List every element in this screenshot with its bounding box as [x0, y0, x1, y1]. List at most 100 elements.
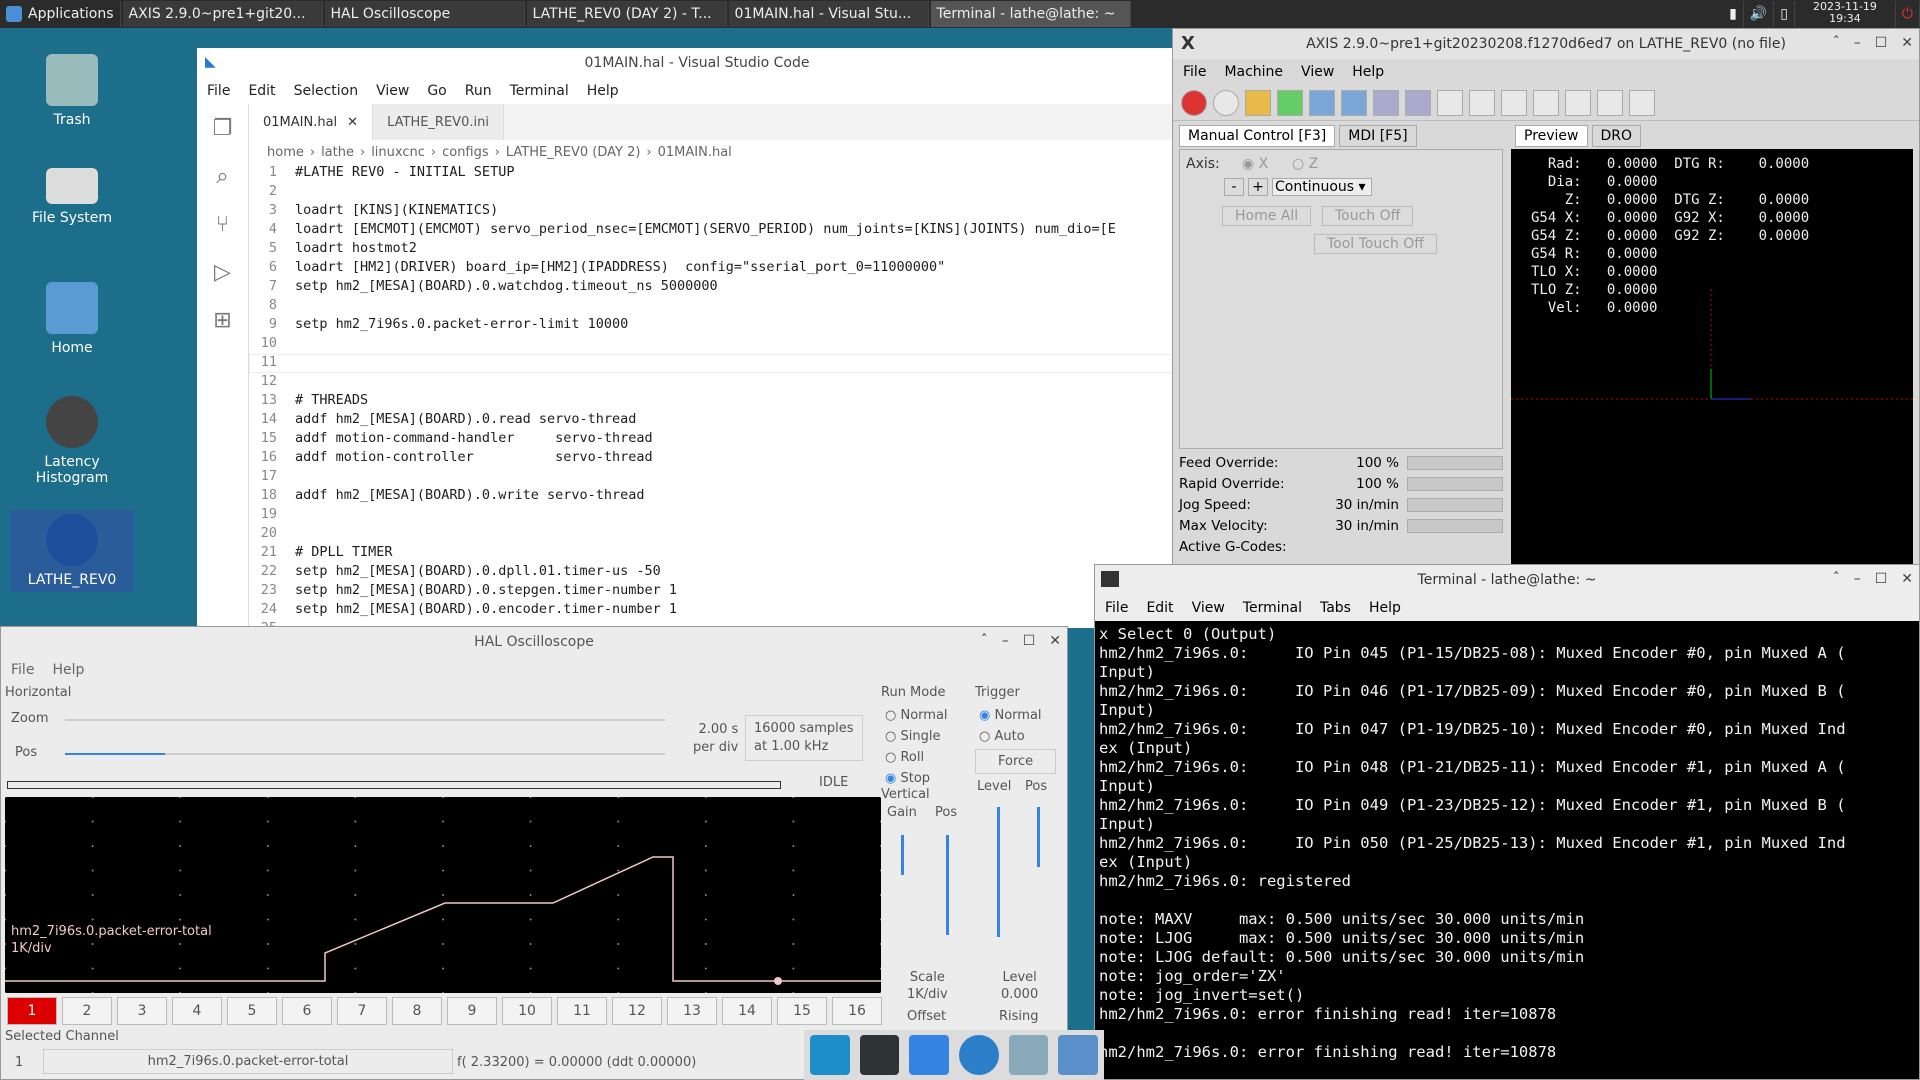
volume-icon[interactable]: 🔊	[1744, 1, 1775, 27]
menu-help[interactable]: Help	[587, 83, 619, 99]
channel-button[interactable]: 11	[557, 997, 607, 1025]
task-vscode[interactable]: 01MAIN.hal - Visual Stu...	[728, 1, 929, 27]
network-icon[interactable]: ▮	[1723, 1, 1744, 27]
crumb-lathe[interactable]: lathe	[321, 145, 354, 160]
tab-mdi[interactable]: MDI [F5]	[1339, 125, 1417, 147]
crumb-linuxcnc[interactable]: linuxcnc	[371, 145, 425, 160]
code-line[interactable]: 21 # DPLL TIMER	[249, 544, 1197, 563]
channel-button[interactable]: 6	[282, 997, 332, 1025]
menu-selection[interactable]: Selection	[294, 83, 359, 99]
estop-icon[interactable]	[1181, 89, 1207, 116]
channel-button[interactable]: 7	[337, 997, 387, 1025]
code-line[interactable]: 2	[249, 183, 1197, 202]
code-line[interactable]: 10	[249, 335, 1197, 354]
tab-dro[interactable]: DRO	[1591, 125, 1642, 147]
scope-menu-file[interactable]: File	[11, 662, 34, 678]
desktop-filesystem[interactable]: File System	[10, 168, 134, 226]
clock[interactable]: 2023-11-19 19:34	[1795, 1, 1896, 27]
view-y-icon[interactable]	[1565, 89, 1591, 116]
code-line[interactable]: 14 addf hm2_[MESA](BOARD).0.read servo-th…	[249, 411, 1197, 430]
scope-display[interactable]: hm2_7i96s.0.packet-error-total 1K/div	[4, 796, 882, 994]
code-line[interactable]: 16 addf motion-controller servo-thread	[249, 449, 1197, 468]
axis-menu-file[interactable]: File	[1183, 64, 1206, 80]
tab-manual-control[interactable]: Manual Control [F3]	[1179, 125, 1336, 147]
channel-button[interactable]: 16	[832, 997, 882, 1025]
terminal-launcher-icon[interactable]	[859, 1035, 900, 1075]
code-line[interactable]: 19	[249, 506, 1197, 525]
code-line[interactable]: 7 setp hm2_[MESA](BOARD).0.watchdog.timeo…	[249, 278, 1197, 297]
code-line[interactable]: 3 loadrt [KINS](KINEMATICS)	[249, 202, 1197, 221]
mode-single-radio[interactable]: ○ Single	[885, 726, 948, 747]
term-menu-edit[interactable]: Edit	[1146, 600, 1173, 616]
stop-icon[interactable]	[1405, 89, 1431, 116]
trig-pos-slider[interactable]	[1037, 807, 1040, 867]
trig-normal-radio[interactable]: ◉ Normal	[979, 705, 1042, 726]
zoom-in-icon[interactable]	[1501, 89, 1527, 116]
desktop-latency[interactable]: Latency Histogram	[10, 396, 134, 486]
menu-terminal[interactable]: Terminal	[510, 83, 569, 99]
override-slider[interactable]	[1407, 456, 1503, 470]
force-button[interactable]: Force	[975, 749, 1057, 774]
code-line[interactable]: 12	[249, 373, 1197, 392]
touch-off-button[interactable]: Touch Off	[1322, 206, 1414, 226]
term-menu-file[interactable]: File	[1105, 600, 1128, 616]
axis-x-radio[interactable]: ◉ X	[1242, 156, 1268, 172]
jog-minus-button[interactable]: -	[1224, 178, 1244, 196]
task-lathe-folder[interactable]: LATHE_REV0 (DAY 2) - T...	[526, 1, 727, 27]
task-halscope[interactable]: HAL Oscilloscope	[324, 1, 525, 27]
channel-button[interactable]: 8	[392, 997, 442, 1025]
tab-lathe-ini[interactable]: LATHE_REV0.ini	[373, 104, 504, 140]
battery-icon[interactable]: ▯	[1774, 1, 1795, 27]
pause-icon[interactable]	[1373, 89, 1399, 116]
menu-file[interactable]: File	[207, 83, 230, 99]
menu-view[interactable]: View	[376, 83, 409, 99]
close-icon[interactable]: ✕	[1901, 571, 1913, 587]
override-slider[interactable]	[1407, 519, 1503, 533]
browser-icon[interactable]	[959, 1035, 999, 1075]
override-slider[interactable]	[1407, 477, 1503, 491]
tab-preview[interactable]: Preview	[1515, 125, 1588, 147]
gain-slider[interactable]	[901, 835, 904, 875]
desktop-home[interactable]: Home	[10, 282, 134, 356]
close-icon[interactable]: ✕	[1049, 633, 1061, 649]
code-line[interactable]: 9 setp hm2_7i96s.0.packet-error-limit 100…	[249, 316, 1197, 335]
code-line[interactable]: 8	[249, 297, 1197, 316]
minimize-button[interactable]: –	[1854, 571, 1861, 587]
cursor-marker[interactable]	[774, 977, 782, 985]
minimize-button[interactable]: –	[1002, 633, 1009, 649]
preview-canvas[interactable]	[1511, 269, 1913, 568]
term-menu-terminal[interactable]: Terminal	[1243, 600, 1302, 616]
crumb-file[interactable]: 01MAIN.hal	[658, 145, 732, 160]
tab-01main[interactable]: 01MAIN.hal ✕	[249, 104, 374, 140]
maximize-icon[interactable]: ☐	[1875, 35, 1888, 51]
pos-slider[interactable]	[65, 753, 665, 755]
applications-menu[interactable]: Applications	[0, 1, 121, 27]
axis-menu-machine[interactable]: Machine	[1224, 64, 1283, 80]
code-line[interactable]: 13 # THREADS	[249, 392, 1197, 411]
code-line[interactable]: 17	[249, 468, 1197, 487]
power-icon[interactable]: ⏻	[1896, 1, 1920, 27]
selected-channel-name[interactable]: hm2_7i96s.0.packet-error-total	[43, 1049, 453, 1074]
extensions-icon[interactable]: ⊞	[197, 296, 248, 344]
code-line[interactable]: 11	[249, 354, 1197, 373]
search-icon[interactable]: ⌕	[197, 152, 248, 200]
channel-button[interactable]: 4	[172, 997, 222, 1025]
show-desktop-icon[interactable]	[810, 1035, 850, 1075]
zoom-out-icon[interactable]	[1533, 89, 1559, 116]
task-terminal[interactable]: Terminal - lathe@lathe: ~	[930, 1, 1131, 27]
rising-button[interactable]: Rising	[999, 1009, 1039, 1024]
scope-menu-help[interactable]: Help	[52, 662, 84, 678]
mode-stop-radio[interactable]: ◉ Stop	[885, 768, 948, 789]
code-line[interactable]: 15 addf motion-command-handler servo-thre…	[249, 430, 1197, 449]
channel-button[interactable]: 12	[612, 997, 662, 1025]
term-menu-tabs[interactable]: Tabs	[1320, 600, 1351, 616]
minimize-icon[interactable]: ˆ	[1833, 571, 1840, 587]
override-slider[interactable]	[1407, 498, 1503, 512]
channel-button[interactable]: 13	[667, 997, 717, 1025]
crumb-home[interactable]: home	[267, 145, 304, 160]
crumb-folder[interactable]: LATHE_REV0 (DAY 2)	[506, 145, 641, 160]
maximize-icon[interactable]: ☐	[1023, 633, 1036, 649]
run-debug-icon[interactable]: ▷	[197, 248, 248, 296]
axis-menu-help[interactable]: Help	[1352, 64, 1384, 80]
run-icon[interactable]	[1309, 89, 1335, 116]
